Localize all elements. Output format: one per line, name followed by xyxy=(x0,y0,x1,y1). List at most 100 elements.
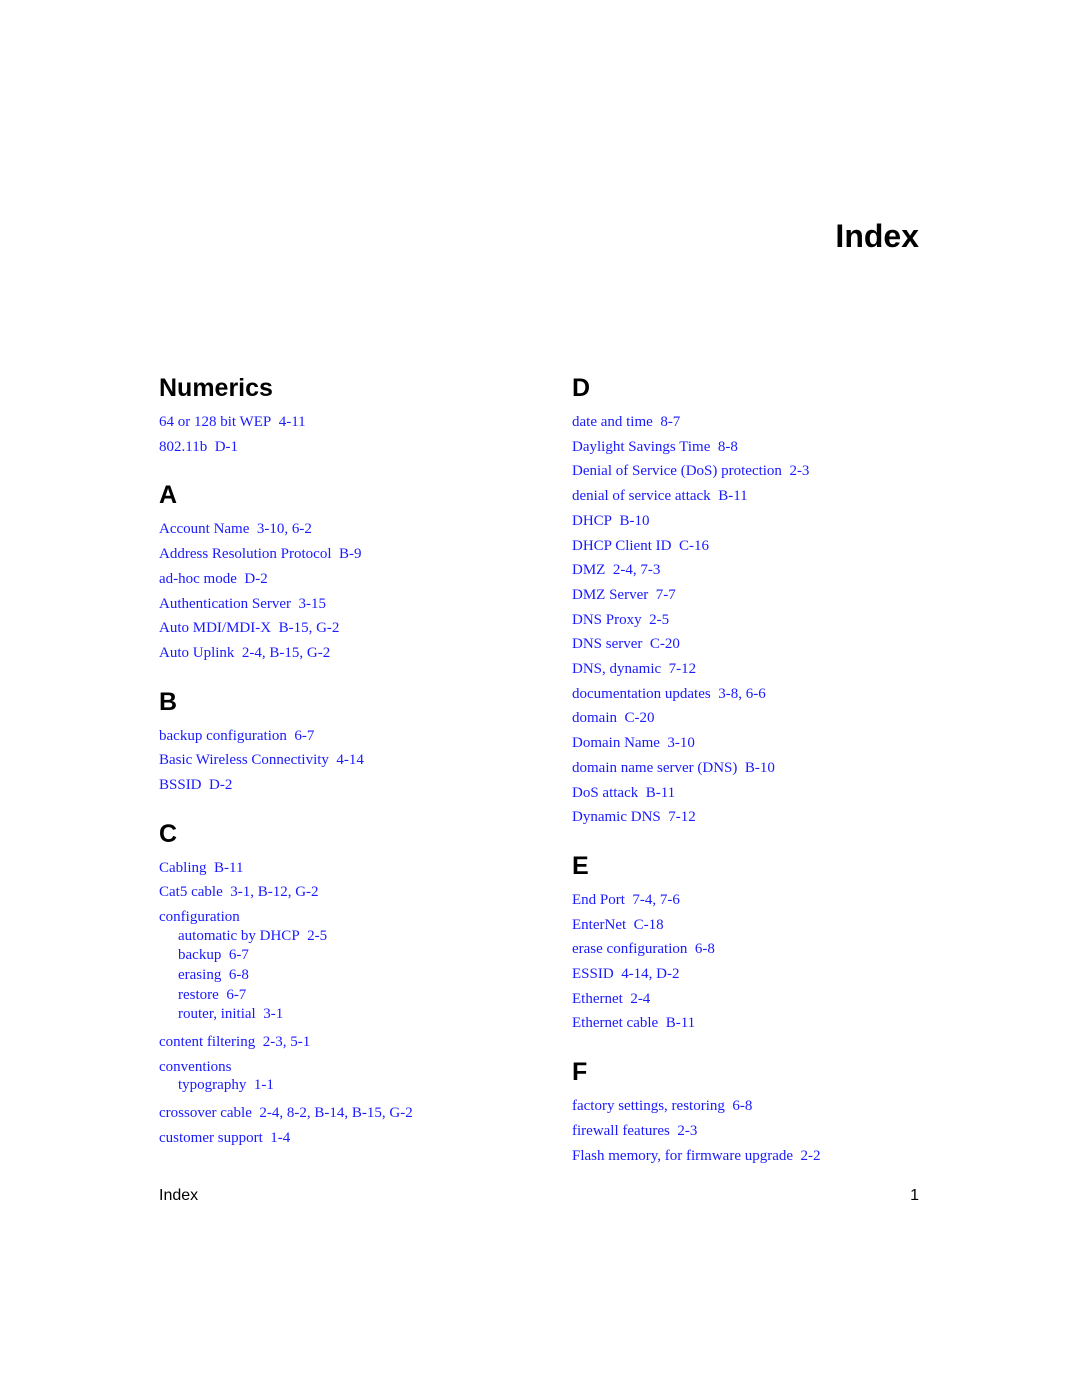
index-entry[interactable]: Daylight Savings Time 8-8 xyxy=(572,435,952,460)
index-entry[interactable]: customer support 1-4 xyxy=(159,1126,539,1151)
index-entry[interactable]: date and time 8-7 xyxy=(572,410,952,435)
index-page-refs[interactable]: C-18 xyxy=(634,917,664,933)
index-page-refs[interactable]: 2-4, 8-2, B-14, B-15, G-2 xyxy=(259,1105,412,1121)
index-page-refs[interactable]: 3-10 xyxy=(667,735,695,751)
index-page-refs[interactable]: C-20 xyxy=(625,710,655,726)
index-entry[interactable]: Cabling B-11 xyxy=(159,856,539,881)
index-entry[interactable]: factory settings, restoring 6-8 xyxy=(572,1094,952,1119)
index-term[interactable]: 64 or 128 bit WEP xyxy=(159,414,279,430)
index-entry[interactable]: Auto Uplink 2-4, B-15, G-2 xyxy=(159,641,539,666)
index-entry[interactable]: DNS, dynamic 7-12 xyxy=(572,657,952,682)
index-page-refs[interactable]: 2-2 xyxy=(801,1148,821,1164)
index-page-refs[interactable]: 2-4 xyxy=(630,991,650,1007)
index-entry[interactable]: Dynamic DNS 7-12 xyxy=(572,805,952,830)
index-entry[interactable]: Address Resolution Protocol B-9 xyxy=(159,542,539,567)
index-term[interactable]: Flash memory, for firmware upgrade xyxy=(572,1148,801,1164)
index-page-refs[interactable]: B-10 xyxy=(745,760,775,776)
index-entry[interactable]: Ethernet 2-4 xyxy=(572,987,952,1012)
index-term[interactable]: Denial of Service (DoS) protection xyxy=(572,463,789,479)
index-page-refs[interactable]: 1-4 xyxy=(270,1130,290,1146)
index-page-refs[interactable]: 6-7 xyxy=(229,947,249,963)
index-entry[interactable]: DNS Proxy 2-5 xyxy=(572,608,952,633)
index-entry[interactable]: documentation updates 3-8, 6-6 xyxy=(572,682,952,707)
index-entry[interactable]: DHCP Client ID C-16 xyxy=(572,534,952,559)
index-term[interactable]: ad-hoc mode xyxy=(159,571,244,587)
index-entry[interactable]: 802.11b D-1 xyxy=(159,435,539,460)
index-entry[interactable]: Domain Name 3-10 xyxy=(572,731,952,756)
index-entry[interactable]: Ethernet cable B-11 xyxy=(572,1011,952,1036)
index-entry[interactable]: domain C-20 xyxy=(572,706,952,731)
index-entry[interactable]: crossover cable 2-4, 8-2, B-14, B-15, G-2 xyxy=(159,1101,539,1126)
index-entry[interactable]: DHCP B-10 xyxy=(572,509,952,534)
index-subterm[interactable]: automatic by DHCP xyxy=(178,928,307,944)
index-entry[interactable]: Auto MDI/MDI-X B-15, G-2 xyxy=(159,616,539,641)
index-entry[interactable]: domain name server (DNS) B-10 xyxy=(572,756,952,781)
index-term[interactable]: DMZ Server xyxy=(572,587,656,603)
index-term[interactable]: Auto MDI/MDI-X xyxy=(159,620,279,636)
index-term[interactable]: DHCP xyxy=(572,513,620,529)
index-page-refs[interactable]: B-11 xyxy=(718,488,747,504)
index-page-refs[interactable]: 2-4, 7-3 xyxy=(613,562,661,578)
index-term[interactable]: documentation updates xyxy=(572,686,718,702)
index-page-refs[interactable]: 3-10, 6-2 xyxy=(257,521,312,537)
index-entry[interactable]: Basic Wireless Connectivity 4-14 xyxy=(159,748,539,773)
index-subentry[interactable]: backup 6-7 xyxy=(159,946,539,966)
index-term[interactable]: content filtering xyxy=(159,1034,263,1050)
index-page-refs[interactable]: 6-8 xyxy=(695,941,715,957)
index-term[interactable]: date and time xyxy=(572,414,660,430)
index-page-refs[interactable]: 4-14 xyxy=(336,752,364,768)
index-page-refs[interactable]: C-16 xyxy=(679,538,709,554)
index-page-refs[interactable]: 6-8 xyxy=(732,1098,752,1114)
index-entry[interactable]: BSSID D-2 xyxy=(159,773,539,798)
index-entry[interactable]: firewall features 2-3 xyxy=(572,1119,952,1144)
index-term[interactable]: DNS server xyxy=(572,636,650,652)
index-entry[interactable]: ad-hoc mode D-2 xyxy=(159,567,539,592)
index-page-refs[interactable]: 6-8 xyxy=(229,967,249,983)
index-entry[interactable]: ESSID 4-14, D-2 xyxy=(572,962,952,987)
index-page-refs[interactable]: 2-3, 5-1 xyxy=(263,1034,311,1050)
index-page-refs[interactable]: 8-8 xyxy=(718,439,738,455)
index-entry[interactable]: DNS server C-20 xyxy=(572,632,952,657)
index-page-refs[interactable]: D-1 xyxy=(215,439,238,455)
index-term[interactable]: ESSID xyxy=(572,966,621,982)
index-entry[interactable]: content filtering 2-3, 5-1 xyxy=(159,1030,539,1055)
index-page-refs[interactable]: 2-4, B-15, G-2 xyxy=(242,645,330,661)
index-term[interactable]: denial of service attack xyxy=(572,488,718,504)
index-term[interactable]: Ethernet cable xyxy=(572,1015,666,1031)
index-subterm[interactable]: restore xyxy=(178,987,226,1003)
index-subentry[interactable]: automatic by DHCP 2-5 xyxy=(159,927,539,947)
index-subterm[interactable]: typography xyxy=(178,1077,254,1093)
index-page-refs[interactable]: 2-3 xyxy=(677,1123,697,1139)
index-page-refs[interactable]: 4-11 xyxy=(279,414,306,430)
index-term[interactable]: 802.11b xyxy=(159,439,215,455)
index-term[interactable]: Daylight Savings Time xyxy=(572,439,718,455)
index-subterm[interactable]: erasing xyxy=(178,967,229,983)
index-term[interactable]: Cabling xyxy=(159,860,214,876)
index-entry[interactable]: EnterNet C-18 xyxy=(572,913,952,938)
index-term[interactable]: domain name server (DNS) xyxy=(572,760,745,776)
index-entry[interactable]: Flash memory, for firmware upgrade 2-2 xyxy=(572,1144,952,1169)
index-term[interactable]: domain xyxy=(572,710,625,726)
index-term[interactable]: Basic Wireless Connectivity xyxy=(159,752,336,768)
index-page-refs[interactable]: 7-12 xyxy=(669,661,697,677)
index-page-refs[interactable]: 7-7 xyxy=(656,587,676,603)
index-term[interactable]: DMZ xyxy=(572,562,613,578)
index-term[interactable]: crossover cable xyxy=(159,1105,259,1121)
index-subentry[interactable]: router, initial 3-1 xyxy=(159,1005,539,1025)
index-page-refs[interactable]: 3-1, B-12, G-2 xyxy=(230,884,318,900)
index-term[interactable]: DHCP Client ID xyxy=(572,538,679,554)
index-page-refs[interactable]: B-10 xyxy=(620,513,650,529)
index-page-refs[interactable]: 6-7 xyxy=(226,987,246,1003)
index-entry[interactable]: DMZ 2-4, 7-3 xyxy=(572,558,952,583)
index-page-refs[interactable]: 1-1 xyxy=(254,1077,274,1093)
index-entry[interactable]: 64 or 128 bit WEP 4-11 xyxy=(159,410,539,435)
index-page-refs[interactable]: D-2 xyxy=(209,777,232,793)
index-page-refs[interactable]: 2-5 xyxy=(649,612,669,628)
index-term[interactable]: Ethernet xyxy=(572,991,630,1007)
index-entry[interactable]: Denial of Service (DoS) protection 2-3 xyxy=(572,459,952,484)
index-entry[interactable]: backup configuration 6-7 xyxy=(159,724,539,749)
index-page-refs[interactable]: B-9 xyxy=(339,546,362,562)
index-page-refs[interactable]: D-2 xyxy=(244,571,267,587)
index-page-refs[interactable]: 6-7 xyxy=(294,728,314,744)
index-term[interactable]: Account Name xyxy=(159,521,257,537)
